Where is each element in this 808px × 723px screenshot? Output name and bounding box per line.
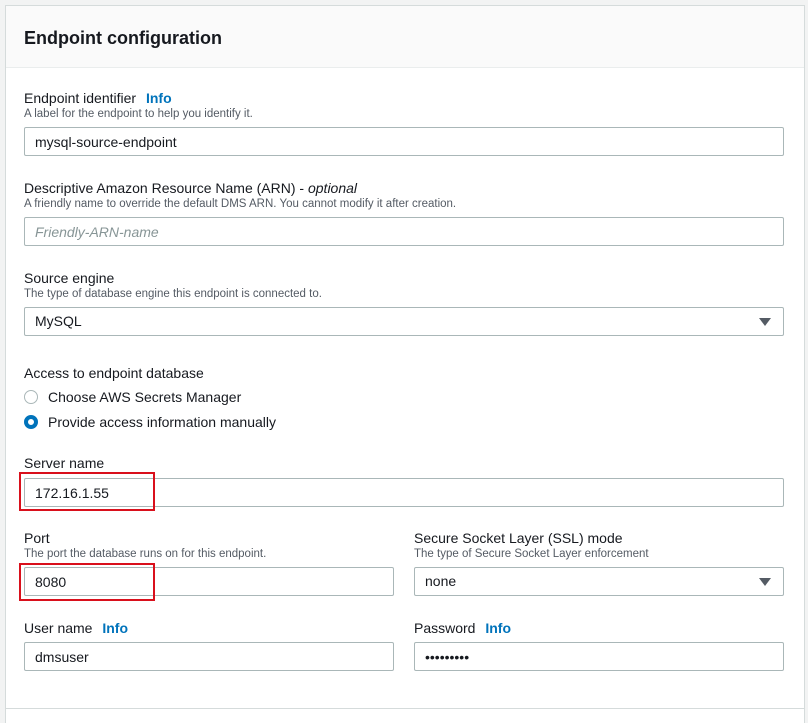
password-label: Password Info bbox=[414, 620, 511, 636]
port-label: Port bbox=[24, 530, 50, 546]
radio-checked-icon bbox=[24, 415, 38, 429]
endpoint-identifier-info-link[interactable]: Info bbox=[146, 90, 172, 106]
ssl-mode-select[interactable]: none bbox=[414, 567, 784, 596]
user-name-label-text: User name bbox=[24, 620, 93, 636]
panel-divider bbox=[6, 708, 804, 709]
caret-down-icon bbox=[759, 578, 771, 586]
caret-down-icon bbox=[759, 318, 771, 326]
endpoint-identifier-label: Endpoint identifier Info bbox=[24, 90, 172, 106]
arn-label-text: Descriptive Amazon Resource Name (ARN) - bbox=[24, 180, 308, 196]
password-label-text: Password bbox=[414, 620, 476, 636]
user-name-input[interactable] bbox=[24, 642, 394, 671]
access-label: Access to endpoint database bbox=[24, 365, 204, 381]
endpoint-identifier-input[interactable] bbox=[24, 127, 784, 156]
ssl-mode-label: Secure Socket Layer (SSL) mode bbox=[414, 530, 623, 546]
server-name-label: Server name bbox=[24, 455, 105, 471]
arn-input[interactable] bbox=[24, 217, 784, 246]
arn-optional-text: optional bbox=[307, 180, 358, 196]
user-name-label: User name Info bbox=[24, 620, 128, 636]
source-engine-selected-value: MySQL bbox=[35, 313, 82, 329]
user-name-info-link[interactable]: Info bbox=[102, 620, 128, 636]
radio-option-label: Provide access information manually bbox=[48, 414, 276, 430]
radio-option-secrets-manager[interactable]: Choose AWS Secrets Manager bbox=[24, 389, 241, 405]
radio-unchecked-icon bbox=[24, 390, 38, 404]
arn-description: A friendly name to override the default … bbox=[24, 198, 457, 210]
source-engine-label: Source engine bbox=[24, 270, 115, 286]
arn-label: Descriptive Amazon Resource Name (ARN) -… bbox=[24, 180, 357, 196]
source-engine-select[interactable]: MySQL bbox=[24, 307, 784, 336]
radio-option-label: Choose AWS Secrets Manager bbox=[48, 389, 242, 405]
panel-title: Endpoint configuration bbox=[24, 28, 222, 48]
password-info-link[interactable]: Info bbox=[485, 620, 511, 636]
port-input[interactable] bbox=[24, 567, 394, 596]
endpoint-identifier-description: A label for the endpoint to help you ide… bbox=[24, 108, 253, 120]
server-name-input[interactable] bbox=[24, 478, 784, 507]
endpoint-identifier-label-text: Endpoint identifier bbox=[24, 90, 137, 106]
ssl-mode-description: The type of Secure Socket Layer enforcem… bbox=[414, 548, 649, 560]
password-input[interactable] bbox=[414, 642, 784, 671]
port-description: The port the database runs on for this e… bbox=[24, 548, 267, 560]
ssl-mode-selected-value: none bbox=[425, 573, 457, 589]
source-engine-description: The type of database engine this endpoin… bbox=[24, 288, 322, 300]
radio-option-manual[interactable]: Provide access information manually bbox=[24, 414, 276, 430]
panel-header: Endpoint configuration bbox=[6, 6, 804, 68]
